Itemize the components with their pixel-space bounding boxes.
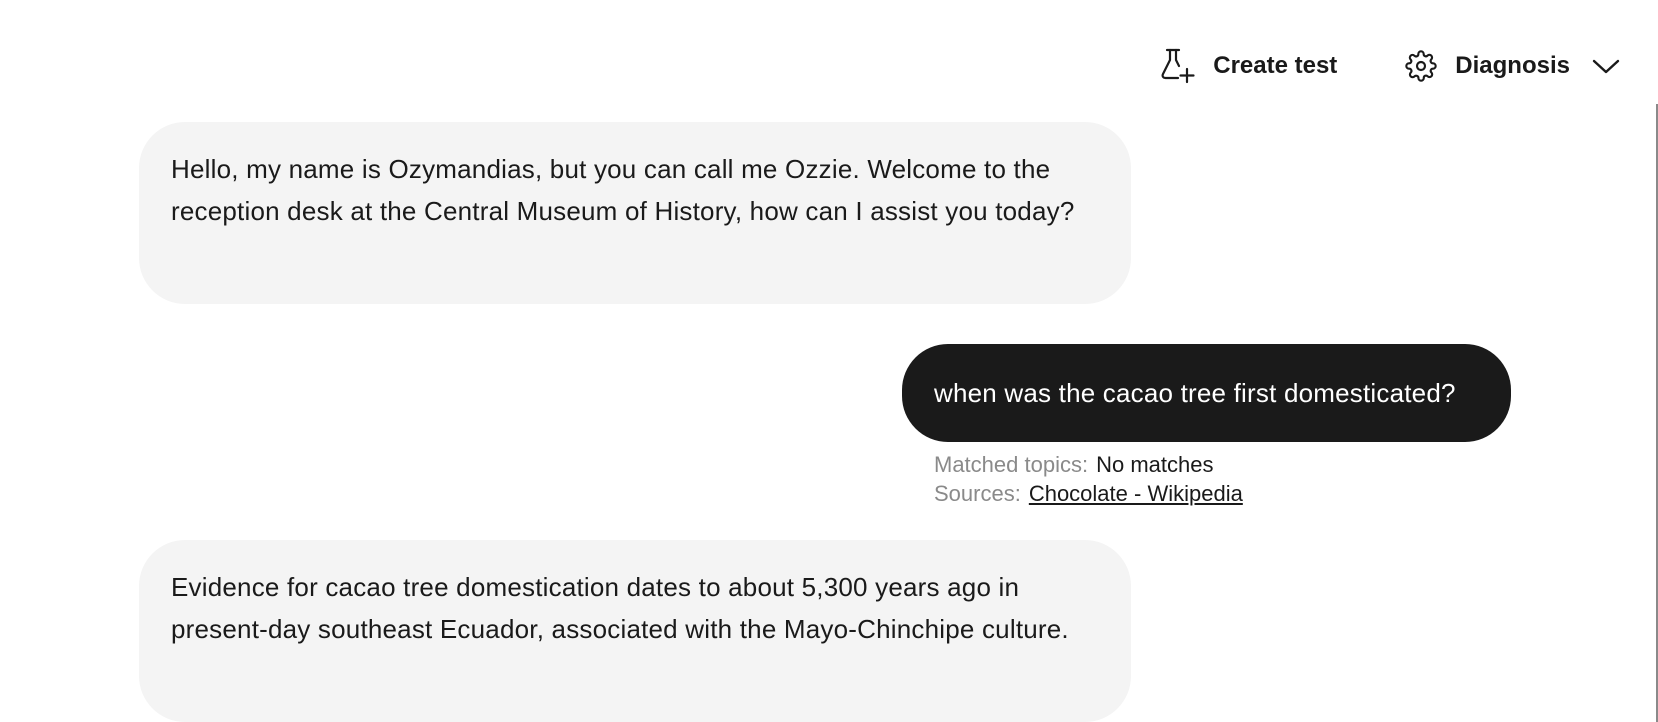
bot-message-text: Evidence for cacao tree domestication da… <box>171 572 1069 644</box>
matched-topics-value: No matches <box>1096 452 1214 477</box>
toolbar: Create test Diagnosis <box>1161 44 1620 88</box>
diagnosis-dropdown[interactable]: Diagnosis <box>1405 50 1620 82</box>
matched-topics-row: Matched topics: No matches <box>934 450 1243 479</box>
bot-message: Evidence for cacao tree domestication da… <box>139 540 1131 722</box>
sources-row: Sources: Chocolate - Wikipedia <box>934 479 1243 508</box>
chat-page: Create test Diagnosis Hello, my name is … <box>0 0 1658 722</box>
create-test-label: Create test <box>1213 52 1338 79</box>
diagnosis-label: Diagnosis <box>1455 52 1570 79</box>
bot-message: Hello, my name is Ozymandias, but you ca… <box>139 122 1131 304</box>
matched-topics-label: Matched topics: <box>934 452 1089 477</box>
create-test-button[interactable]: Create test <box>1161 48 1337 84</box>
source-link[interactable]: Chocolate - Wikipedia <box>1029 479 1243 508</box>
message-metadata: Matched topics: No matches Sources: Choc… <box>934 450 1243 508</box>
user-message-text: when was the cacao tree first domesticat… <box>934 377 1456 408</box>
bot-message-text: Hello, my name is Ozymandias, but you ca… <box>171 154 1075 226</box>
gear-icon <box>1405 50 1437 82</box>
chevron-down-icon <box>1592 58 1620 74</box>
user-message: when was the cacao tree first domesticat… <box>902 344 1511 442</box>
sources-label: Sources: <box>934 481 1021 506</box>
flask-plus-icon <box>1161 48 1195 84</box>
